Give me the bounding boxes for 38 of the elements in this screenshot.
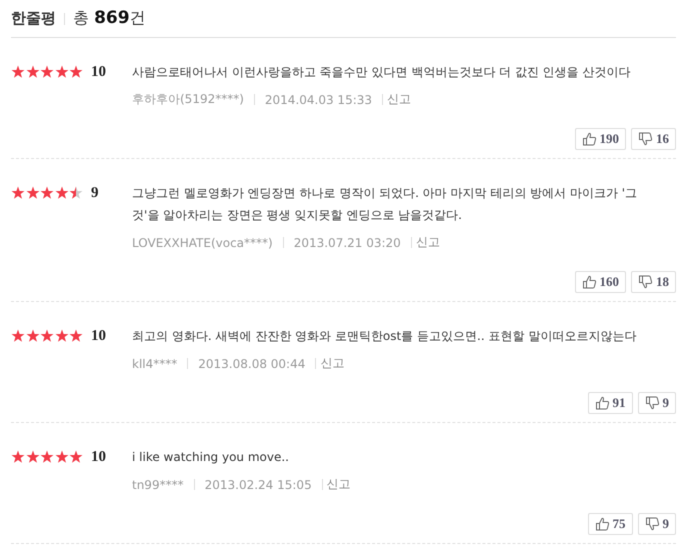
review-text: 사람으로태어나서 이런사랑을하고 죽을수만 있다면 백억버는것보다 더 값진 인생을 산것이다 <box>132 64 632 81</box>
dislike-button[interactable]: 9 <box>638 392 676 414</box>
author-name: 후하후아(5192****) <box>132 91 244 108</box>
like-button[interactable]: 190 <box>574 128 626 150</box>
review-text: 최고의 영화다. 새벽에 잔잔한 영화와 로맨틱한ost를 듣고있으면.. 표현할 말이떠오르지않는다 <box>132 328 638 345</box>
thumbs-down-icon <box>644 396 660 410</box>
like-button[interactable]: 160 <box>574 271 626 293</box>
report-link[interactable]: 신고 <box>320 355 344 372</box>
review-text: 그냥그런 멜로영화가 엔딩장면 하나로 명작이 되었다. 아마 마지막 테리의 방에서 마이크가 '그것'을 알아차리는 장면은 평생 잊지못할 엔딩으로 남을것같다. <box>132 185 638 224</box>
report-link[interactable]: 신고 <box>416 234 440 251</box>
author-name: tn99**** <box>132 478 184 492</box>
report-link[interactable]: 신고 <box>387 91 412 108</box>
dislike-button[interactable]: 9 <box>638 513 676 535</box>
thumbs-down-icon <box>644 517 660 531</box>
rating-score: 9 <box>91 184 98 202</box>
review-date: 2013.02.24 15:05 <box>204 478 312 492</box>
review-date: 2014.04.03 15:33 <box>264 92 372 106</box>
thumbs-up-icon <box>594 396 610 410</box>
thumbs-up-icon <box>582 275 596 289</box>
section-title: 한줄평 <box>11 9 56 28</box>
dislike-button[interactable]: 18 <box>631 271 676 293</box>
report-link[interactable]: 신고 <box>326 476 351 493</box>
rating-score: 10 <box>91 448 106 466</box>
author-name: kll4**** <box>132 356 178 370</box>
thumbs-up-icon <box>582 132 596 146</box>
like-button[interactable]: 91 <box>588 392 632 414</box>
dislike-button[interactable]: 16 <box>631 128 676 150</box>
review-date: 2013.08.08 00:44 <box>198 356 306 370</box>
review-text: i like watching you move.. <box>132 449 290 466</box>
review-date: 2013.07.21 03:20 <box>294 236 401 250</box>
total-count: 총 869건 <box>73 8 146 29</box>
thumbs-down-icon <box>638 275 653 289</box>
rating-score: 10 <box>91 327 106 345</box>
author-name: LOVEXXHATE(voca****) <box>132 236 273 250</box>
thumbs-down-icon <box>638 132 653 146</box>
like-button[interactable]: 75 <box>588 513 632 535</box>
rating-score: 10 <box>91 63 106 81</box>
thumbs-up-icon <box>594 517 610 531</box>
